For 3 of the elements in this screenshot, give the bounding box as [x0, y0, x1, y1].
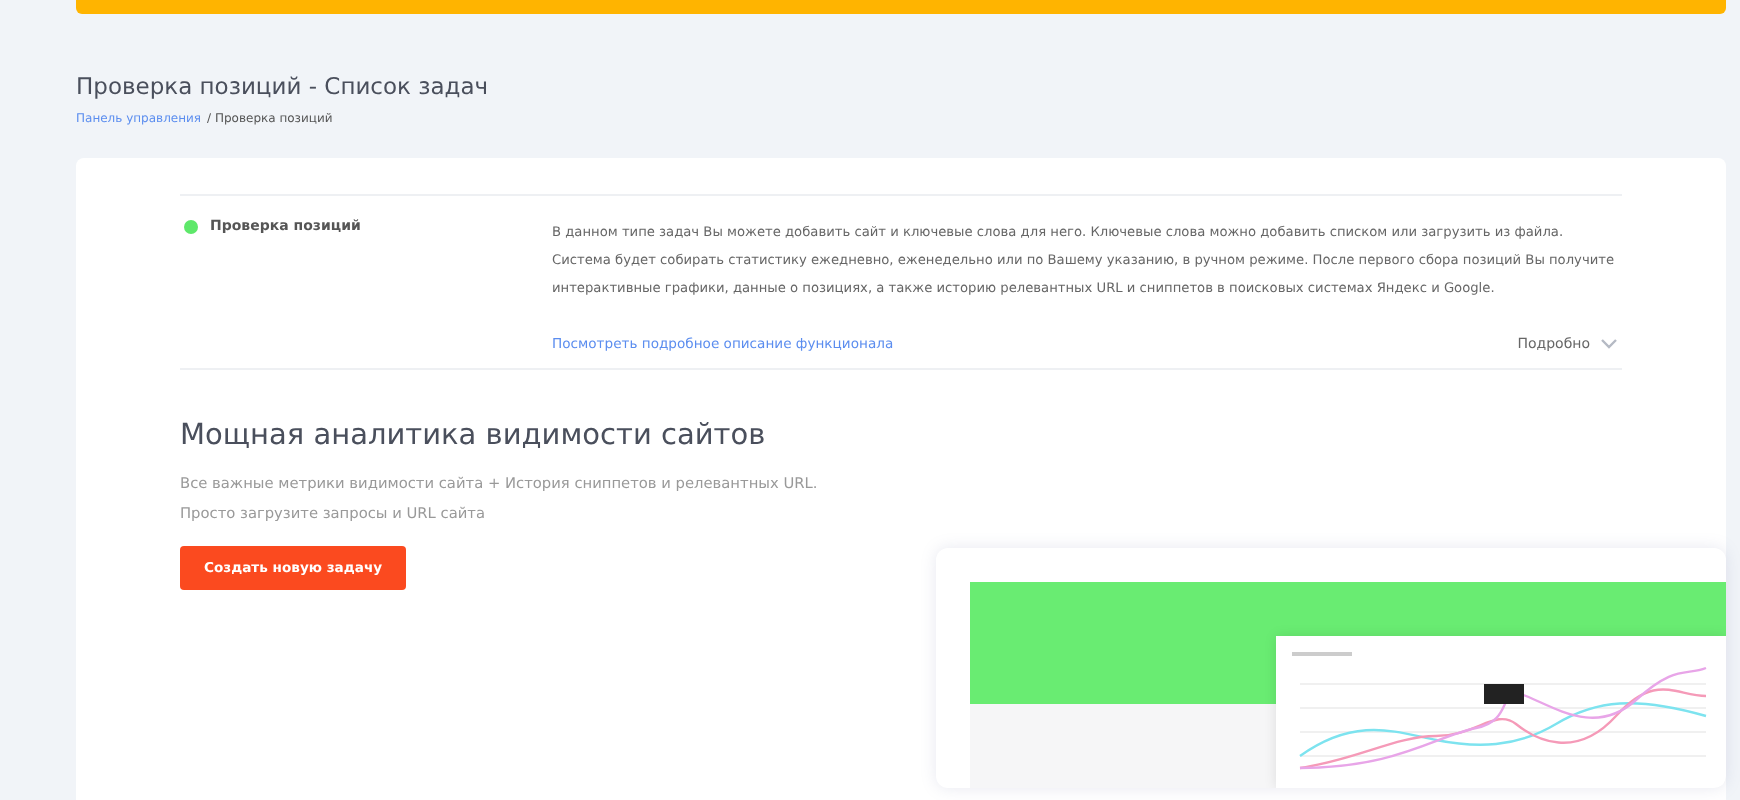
- chevron-icon: [1600, 338, 1618, 350]
- page-title: Проверка позиций - Список задач: [76, 72, 491, 100]
- promo-heading: Мощная аналитика видимости сайтов: [180, 418, 768, 454]
